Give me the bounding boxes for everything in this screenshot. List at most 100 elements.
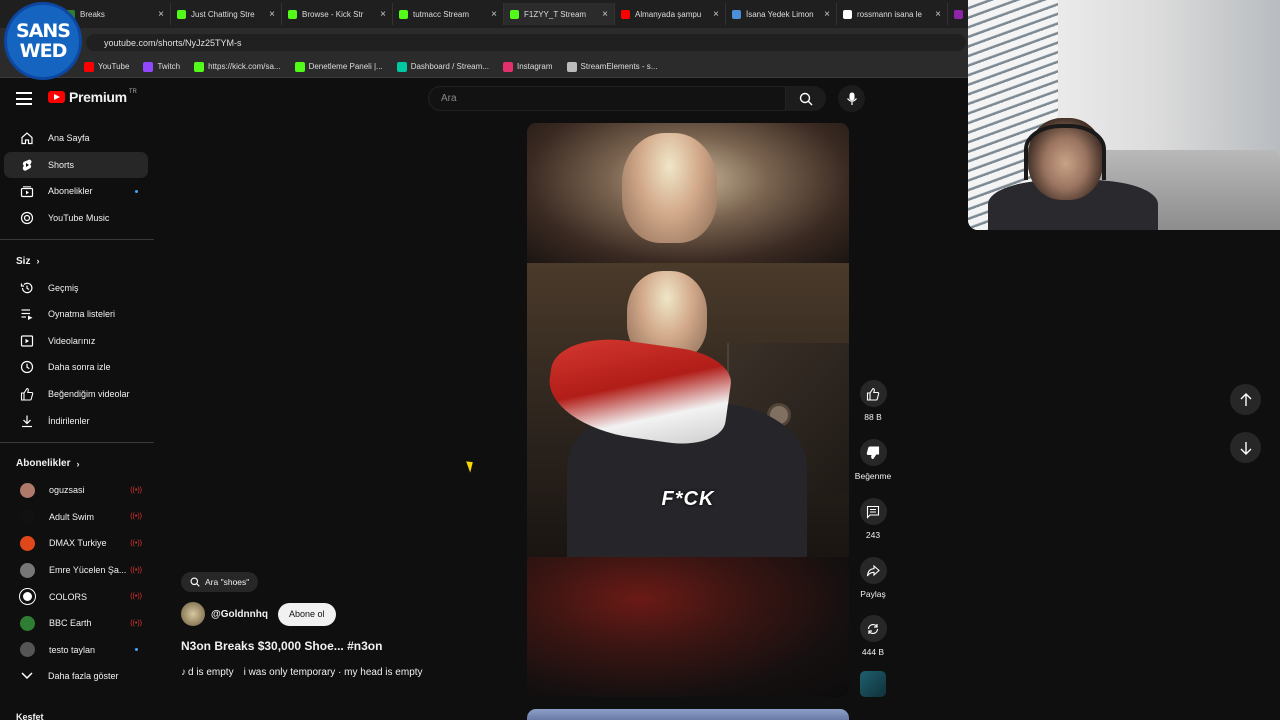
bookmark-item[interactable]: Dashboard / Stream... [396, 61, 489, 72]
browser-tab[interactable]: tutmacc Stream × [393, 3, 504, 25]
bookmark-item[interactable]: Twitch [143, 61, 181, 72]
like-icon [20, 387, 34, 401]
sidebar-item-shorts[interactable]: Shorts [4, 151, 148, 179]
live-icon: ((•)) [130, 566, 142, 574]
tab-title: İsana Yedek Limon [746, 9, 814, 19]
close-icon[interactable]: × [380, 9, 386, 20]
subscription-item[interactable]: COLORS ((•)) [4, 583, 148, 610]
share-action[interactable]: Paylaş [853, 557, 893, 599]
bookmark-label: Twitch [157, 62, 181, 71]
close-icon[interactable]: × [491, 9, 497, 20]
live-icon: ((•)) [130, 619, 142, 627]
close-icon[interactable]: × [269, 9, 275, 20]
next-short-preview[interactable] [527, 709, 849, 720]
channel-logo-badge: SANS WED [4, 2, 82, 80]
subscription-item[interactable]: BBC Earth ((•)) [4, 610, 148, 637]
subscribe-label: Abone ol [288, 609, 325, 619]
like-action[interactable]: 88 B [853, 380, 893, 422]
sidebar-divider [0, 239, 154, 241]
bookmark-favicon-icon [396, 61, 407, 72]
chevron-down-icon [20, 669, 34, 683]
bookmark-item[interactable]: Denetleme Paneli |... [294, 61, 383, 72]
show-more-button[interactable]: Daha fazla göster [4, 663, 148, 690]
bookmark-item[interactable]: Instagram [502, 61, 553, 72]
bookmark-favicon-icon [566, 61, 577, 72]
playlist-icon [20, 307, 34, 321]
section-header-you[interactable]: Siz › [0, 248, 154, 274]
close-icon[interactable]: × [824, 9, 830, 20]
subscription-label: DMAX Turkiye [49, 538, 107, 549]
dislike-label: Beğenme [854, 471, 892, 481]
like-button[interactable] [859, 380, 887, 407]
bookmark-item[interactable]: StreamElements - s... [566, 61, 657, 72]
subscription-item[interactable]: oguzsasi ((•)) [4, 477, 148, 504]
sidebar-item-label: Oynatma listeleri [48, 309, 116, 320]
browser-tab[interactable]: Just Chatting Stre × [171, 3, 282, 25]
bookmark-label: Denetleme Paneli |... [308, 62, 383, 71]
voice-search-button[interactable] [838, 85, 865, 112]
download-icon [20, 414, 34, 428]
sidebar-item-history[interactable]: Geçmiş [4, 274, 148, 301]
bookmark-item[interactable]: YouTube [84, 61, 129, 72]
search-icon [799, 92, 813, 105]
search-button[interactable] [786, 86, 826, 111]
music-ticker[interactable]: ♪ d is empty i was only temporary · my h… [181, 667, 423, 678]
browser-tab[interactable]: rossmann isana le × [837, 3, 948, 25]
close-icon[interactable]: × [935, 9, 941, 20]
remix-action[interactable]: 444 B [853, 615, 893, 657]
sidebar-item-like[interactable]: Beğendiğim videolar [4, 381, 148, 408]
menu-icon[interactable] [16, 92, 32, 105]
close-icon[interactable]: × [602, 9, 608, 20]
next-short-button[interactable] [1230, 432, 1261, 463]
music-text-right: i was only temporary · my head is empty [243, 667, 423, 678]
youtube-logo[interactable]: Premium TR [48, 89, 137, 105]
subscription-label: BBC Earth [49, 618, 92, 629]
short-video-player[interactable]: F*CK [527, 123, 849, 697]
bookmark-item[interactable]: https://kick.com/sa... [194, 61, 281, 72]
sidebar-item-label: Ana Sayfa [48, 133, 90, 144]
comments-button[interactable] [859, 498, 887, 525]
history-icon [20, 281, 34, 295]
short-title[interactable]: N3on Breaks $30,000 Shoe... #n3on [181, 639, 382, 653]
sidebar-item-label: Abonelikler [48, 186, 93, 197]
audio-thumbnail[interactable] [860, 671, 886, 697]
sidebar-item-video[interactable]: Videolarınız [4, 328, 148, 355]
thumbs-up-icon [866, 387, 880, 401]
sidebar-item-label: Videolarınız [48, 335, 96, 346]
sidebar-item-home[interactable]: Ana Sayfa [4, 125, 148, 152]
close-icon[interactable]: × [158, 9, 164, 20]
search-suggestion-chip[interactable]: Ara "shoes" [181, 572, 259, 592]
subscription-item[interactable]: Emre Yücelen Şa... ((•)) [4, 557, 148, 584]
browser-tab[interactable]: İsana Yedek Limon × [726, 3, 837, 25]
subscription-item[interactable]: Adult Swim ((•)) [4, 504, 148, 531]
subscription-label: COLORS [49, 591, 88, 602]
channel-name[interactable]: @Goldnnhq [211, 609, 268, 620]
address-bar[interactable]: youtube.com/shorts/NyJz25TYM-s [86, 34, 966, 51]
search-input[interactable]: Ara [428, 86, 786, 111]
sidebar-item-label: Geçmiş [48, 282, 79, 293]
share-button[interactable] [859, 557, 887, 584]
dislike-action[interactable]: Beğenme [853, 439, 893, 481]
sidebar-item-music[interactable]: YouTube Music [4, 205, 148, 232]
browser-tab[interactable]: Browse - Kick Str × [282, 3, 393, 25]
mouse-cursor [466, 459, 476, 473]
browser-tab[interactable]: Almanyada şampu × [615, 3, 726, 25]
subscription-label: Adult Swim [49, 511, 95, 522]
subscription-item[interactable]: DMAX Turkiye ((•)) [4, 530, 148, 557]
close-icon[interactable]: × [713, 9, 719, 20]
badge-line2: WED [19, 40, 68, 62]
section-header-subscriptions[interactable]: Abonelikler › [0, 451, 154, 477]
tab-favicon-icon [177, 9, 186, 19]
sidebar-item-clock[interactable]: Daha sonra izle [4, 354, 148, 381]
sidebar-item-subscriptions[interactable]: Abonelikler [4, 178, 148, 205]
sidebar-item-download[interactable]: İndirilenler [4, 407, 148, 434]
channel-avatar[interactable] [181, 602, 205, 626]
previous-short-button[interactable] [1230, 384, 1261, 415]
subscription-item[interactable]: testo taylan [4, 637, 148, 664]
browser-tab[interactable]: F1ZYY_T Stream × [504, 3, 615, 25]
dislike-button[interactable] [859, 439, 887, 466]
sidebar-item-playlist[interactable]: Oynatma listeleri [4, 301, 148, 328]
comments-action[interactable]: 243 [853, 498, 893, 540]
subscribe-button[interactable]: Abone ol [277, 602, 336, 626]
remix-button[interactable] [859, 615, 887, 642]
